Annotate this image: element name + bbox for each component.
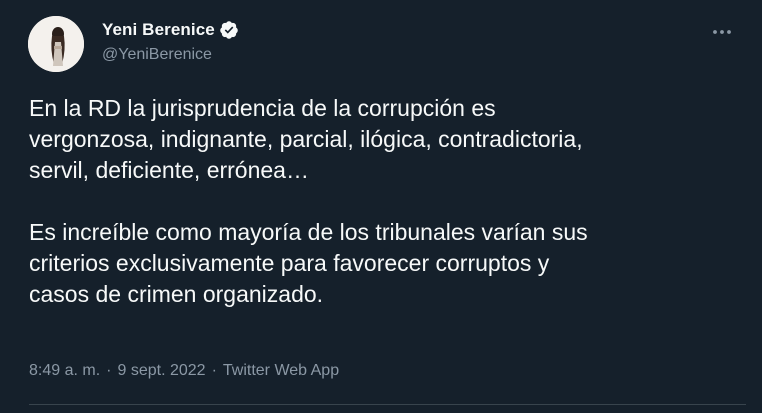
divider xyxy=(29,404,746,405)
more-options-button[interactable] xyxy=(704,18,740,46)
tweet-text-line: casos de crimen organizado. xyxy=(29,281,324,307)
tweet-date[interactable]: 9 sept. 2022 xyxy=(117,362,205,380)
tweet-text-line: servil, deficiente, errónea… xyxy=(29,157,309,183)
verified-badge-icon xyxy=(219,20,239,40)
avatar[interactable] xyxy=(28,16,84,72)
avatar-image xyxy=(28,16,84,72)
author-handle[interactable]: @YeniBerenice xyxy=(102,46,212,64)
more-options-icon xyxy=(713,30,731,34)
tweet-text: En la RD la jurisprudencia de la corrupc… xyxy=(29,93,749,310)
tweet-meta: 8:49 a. m. · 9 sept. 2022 · Twitter Web … xyxy=(29,362,339,380)
tweet-text-line: En la RD la jurisprudencia de la corrupc… xyxy=(29,95,496,121)
author-name-row: Yeni Berenice xyxy=(102,18,239,42)
meta-separator: · xyxy=(106,362,112,379)
tweet-source-link[interactable]: Twitter Web App xyxy=(223,362,339,380)
tweet-text-line: criterios exclusivamente para favorecer … xyxy=(29,250,550,276)
tweet-text-line: Es increíble como mayoría de los tribuna… xyxy=(29,219,588,245)
author-name[interactable]: Yeni Berenice xyxy=(102,20,215,40)
tweet-card: Yeni Berenice @YeniBerenice En la RD la … xyxy=(0,0,762,413)
tweet-text-line: vergonzosa, indignante, parcial, ilógica… xyxy=(29,126,583,152)
meta-separator: · xyxy=(211,362,217,379)
tweet-time[interactable]: 8:49 a. m. xyxy=(29,362,100,380)
